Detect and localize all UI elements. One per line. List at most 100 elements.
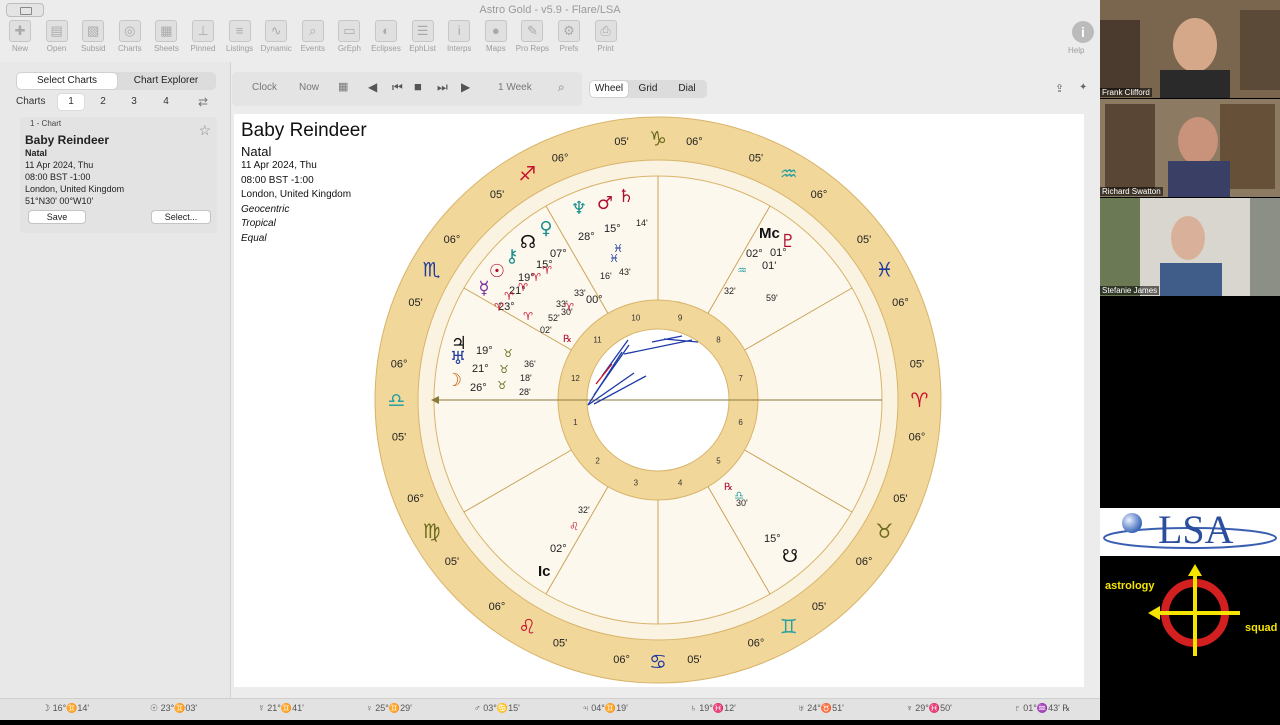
cusp-degree-label: 06° (909, 431, 926, 443)
house-number: 5 (716, 456, 721, 465)
toolbar-maps-button[interactable]: ● Maps (476, 18, 516, 53)
star-icon[interactable]: ☆ (198, 122, 211, 139)
info-icon: i (448, 20, 471, 42)
chart-slot-3[interactable]: 3 (121, 94, 147, 110)
planet-sign-glyph: ♈ (564, 301, 574, 314)
participant-name-3: Stefanie James (1100, 286, 1160, 295)
planet-minute: 16' (600, 271, 612, 281)
planet-sign-glyph: ♎ (734, 489, 744, 502)
house-number: 6 (738, 418, 743, 427)
planet-sign-glyph: ♉ (497, 379, 507, 392)
pin-icon[interactable]: ✦ (1079, 82, 1087, 93)
events-icon: ⌕ (301, 20, 324, 42)
status-bar: ☽ 16°♊14' ☉ 23°♊03' ☿ 21°♊41' ♀ 25°♊29' ♂ 03… (0, 698, 1100, 720)
video-tile-richard: Richard Swatton (1100, 99, 1280, 197)
toolbar-label: Eclipses (371, 44, 401, 53)
planet-degree: 19° (476, 345, 493, 357)
planet-glyph: ☿ (478, 278, 489, 299)
toolbar-print-button[interactable]: ⎙ Print (586, 18, 626, 53)
cusp-degree-label: 06° (444, 234, 461, 246)
select-button[interactable]: Select... (151, 210, 211, 224)
planet-glyph: ☊ (520, 232, 536, 253)
step-back-icon[interactable]: ◀ (368, 80, 377, 94)
toolbar-label: Interps (446, 44, 472, 53)
toolbar-subsid-button[interactable]: ▧ Subsid (73, 18, 113, 53)
pen-icon: ✎ (521, 20, 544, 42)
toolbar-label: Prefs (559, 44, 579, 53)
chart-card[interactable]: 1 - Chart ☆ Baby Reindeer Natal 11 Apr 2… (20, 117, 217, 233)
share-icon[interactable]: ⇪ (1055, 82, 1064, 95)
tab-grid[interactable]: Grid (629, 81, 667, 97)
tab-select-charts[interactable]: Select Charts (17, 73, 117, 89)
new-doc-icon: ✚ (9, 20, 31, 42)
toolbar-listings-button[interactable]: ≡ Listings (220, 18, 260, 53)
house-number: 4 (678, 479, 683, 488)
house-number: 7 (738, 374, 743, 383)
globe-icon: ● (484, 20, 507, 42)
toolbar-ephlist-button[interactable]: ☰ EphList (403, 18, 443, 53)
chart-canvas[interactable]: Baby Reindeer Natal 11 Apr 2024, Thu 08:… (234, 114, 1084, 687)
step-forward-icon[interactable]: ▶ (461, 80, 470, 94)
toolbar-label: Print (597, 44, 614, 53)
toolbar-pro-reps-button[interactable]: ✎ Pro Reps (512, 18, 552, 53)
video-tile-frank: Frank Clifford (1100, 0, 1280, 98)
chart-slot-2[interactable]: 2 (90, 94, 116, 110)
cusp-minute-label: 05' (392, 431, 406, 443)
cusp-degree-label: 06° (407, 493, 424, 505)
chart-slot-1[interactable]: 1 (58, 94, 84, 110)
toolbar-eclipses-button[interactable]: ◐ Eclipses (366, 18, 406, 53)
ephemeris-icon: ☰ (411, 20, 434, 42)
chart-wheel[interactable]: ♎ 06° 05' 7 ♍ 06° 05' 8 ♌ 06° 05' 9 ♋ 06° 05' 10 ♊ 06° 05'… (234, 114, 1084, 687)
calendar-icon[interactable]: ▦ (338, 80, 348, 93)
toolbar-sheets-button[interactable]: ▦ Sheets (146, 18, 186, 53)
now-button[interactable]: Now (299, 82, 319, 93)
toolbar-charts-button[interactable]: ◎ Charts (110, 18, 150, 53)
chart-card-date: 11 Apr 2024, Thu (25, 160, 94, 170)
toolbar-interps-button[interactable]: i Interps (439, 18, 479, 53)
sidebar-toggle-button[interactable] (6, 3, 44, 17)
help-icon[interactable]: i (1072, 21, 1094, 43)
toolbar-events-button[interactable]: ⌕ Events (293, 18, 333, 53)
clock-button[interactable]: Clock (252, 82, 277, 93)
sidebar: Select Charts Chart Explorer Charts 1 2 … (0, 62, 231, 698)
toolbar-dynamic-button[interactable]: ∿ Dynamic (256, 18, 296, 53)
cusp-degree-label: 06° (391, 359, 408, 371)
toolbar-new-button[interactable]: ✚ New (0, 18, 40, 53)
mc-degree: 02° (746, 248, 763, 260)
cusp-minute-label: 05' (749, 153, 763, 165)
zodiac-sign-glyph: ♌ (518, 614, 536, 638)
pin-icon: ⊥ (192, 20, 214, 42)
toolbar-greph-button[interactable]: ▭ GrEph (329, 18, 369, 53)
planet-sign-glyph: ♈ (523, 310, 533, 323)
retrograde-mark: ℞ (563, 334, 572, 345)
video-tile-stefanie: Stefanie James (1100, 198, 1280, 296)
cusp-minute-label: 05' (553, 637, 567, 649)
skip-back-icon[interactable]: ⏮ (392, 80, 403, 95)
house-number: 11 (593, 336, 602, 345)
skip-forward-icon[interactable]: ⏭ (437, 80, 448, 95)
planet-degree: 26° (470, 382, 487, 394)
shuffle-icon[interactable]: ⇄ (198, 94, 208, 110)
main-toolbar: ✚ New ▤ Open ▧ Subsid ◎ Charts ▦ Sheets ⊥ Pinned ≡ Li… (0, 18, 1100, 60)
tab-chart-explorer[interactable]: Chart Explorer (118, 73, 214, 89)
tab-dial[interactable]: Dial (668, 81, 706, 97)
graph-icon: ▭ (338, 20, 361, 42)
toolbar-pinned-button[interactable]: ⊥ Pinned (183, 18, 223, 53)
toolbar-label: Listings (226, 44, 254, 53)
house-number: 3 (634, 479, 639, 488)
toolbar-prefs-button[interactable]: ⚙ Prefs (549, 18, 589, 53)
view-mode-tabs: Wheel Grid Dial (589, 80, 707, 98)
chart-slot-4[interactable]: 4 (153, 94, 179, 110)
planet-degree: 15° (764, 533, 781, 545)
cusp-degree-label: 06° (613, 654, 630, 666)
lsa-logo-text: LSA (1158, 507, 1234, 552)
stop-icon[interactable]: ■ (414, 79, 422, 94)
save-button[interactable]: Save (28, 210, 86, 224)
cusp-minute-label: 05' (445, 556, 459, 568)
planet-sign-glyph: ♓ (613, 242, 623, 255)
printer-icon: ⎙ (594, 20, 617, 42)
search-icon[interactable]: ⌕ (558, 80, 565, 95)
step-interval-select[interactable]: 1 Week (498, 82, 532, 93)
tab-wheel[interactable]: Wheel (590, 81, 628, 97)
toolbar-open-button[interactable]: ▤ Open (37, 18, 77, 53)
